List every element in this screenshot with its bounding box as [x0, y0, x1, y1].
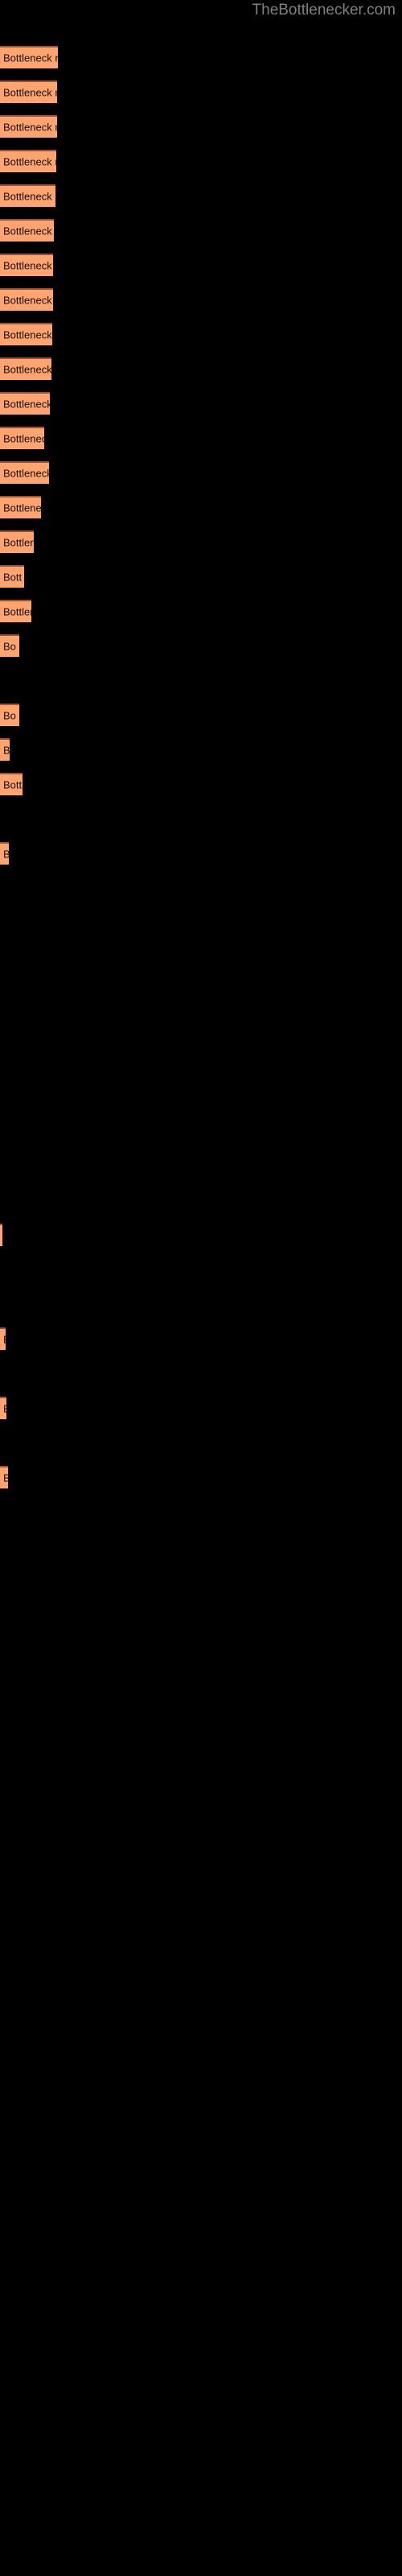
bar-label: Bottleneck resul	[3, 190, 55, 203]
bar-label: Bottleneck res	[3, 467, 49, 480]
bar-item: Bottleneck resu	[0, 288, 53, 311]
bar-item: Bottlenec	[0, 530, 34, 553]
bar-label: Bo	[3, 709, 16, 722]
bar-label: B	[3, 1335, 6, 1345]
bar-item: Bottleneck resu	[0, 323, 52, 345]
bar-label: Bottleneck result	[3, 121, 57, 134]
bar-item: Bottleneck result	[0, 46, 58, 68]
bar-label: Bottleneck resu	[3, 328, 52, 341]
bar-item: Bottleneck result	[0, 115, 57, 138]
bar-label: Bottleneck resu	[3, 225, 54, 237]
bar-label: Bottleneck resul	[3, 155, 56, 168]
bar-item: Bottleneck resul	[0, 184, 55, 207]
bar-label: Bottleneck resu	[3, 259, 53, 272]
bar-label: Bottleneck result	[3, 86, 57, 99]
bar-label: Bottleneck re	[3, 432, 44, 445]
bar-label: Bottlenec	[3, 536, 34, 549]
bar-label: Bo	[3, 640, 16, 653]
bar-label: Bottleneck resu	[3, 294, 53, 307]
bar-item: B	[0, 1397, 6, 1419]
bar-label: Bottleneck re	[3, 502, 41, 514]
bar-label: Bott	[3, 571, 23, 584]
bar-item: Bottleneck resu	[0, 219, 54, 242]
bar-item: Bottleneck rese	[0, 392, 50, 415]
bar-label: Bottl	[3, 778, 23, 791]
bottleneck-bar-chart: TheBottlenecker.com Bottleneck result Bot…	[0, 0, 402, 2576]
bar-item: Bottleneck res	[0, 461, 49, 484]
bar-item: B	[0, 1327, 6, 1350]
bar-item: Bo	[0, 634, 19, 657]
bar-item: Bottleneck result	[0, 80, 57, 103]
bar-item: B	[0, 1466, 8, 1488]
bar-label: B	[3, 744, 10, 757]
bar-item	[0, 1224, 2, 1246]
bar-item: Bottleneck resu	[0, 254, 53, 276]
page-title: TheBottlenecker.com	[252, 2, 396, 19]
bar-item: Bottl	[0, 773, 23, 795]
bar-label: Bottleneck result	[3, 52, 58, 64]
bar-label: B	[3, 849, 9, 860]
bar-item: Bottleneck resu	[0, 357, 51, 380]
bar-item: Bottleneck resul	[0, 150, 56, 172]
bar-item: Bottleneck re	[0, 496, 41, 518]
bar-label: B	[3, 1473, 8, 1484]
bar-label: Bottleneck rese	[3, 398, 50, 411]
bar-item: B	[0, 842, 9, 865]
bar-item: Bottlene	[0, 600, 31, 622]
bar-label: B	[3, 1404, 6, 1414]
bar-item: Bo	[0, 704, 19, 726]
bar-item: Bott	[0, 565, 24, 588]
bar-item: B	[0, 738, 10, 761]
bar-label: Bottlene	[3, 605, 31, 618]
bar-item: Bottleneck re	[0, 427, 44, 449]
bar-label: Bottleneck resu	[3, 363, 51, 376]
